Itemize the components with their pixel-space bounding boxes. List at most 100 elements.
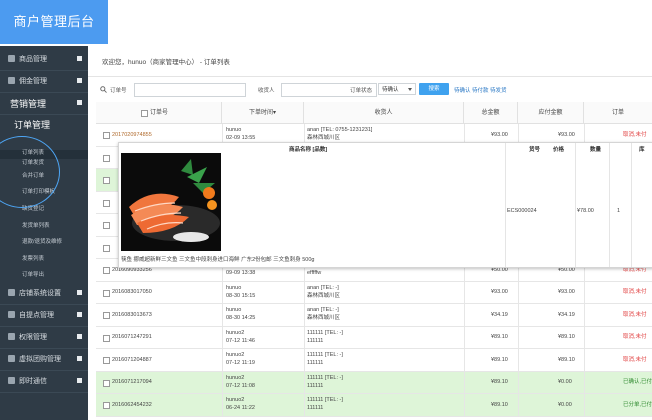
- order-no-input[interactable]: [134, 83, 246, 97]
- column-divider: [518, 281, 519, 304]
- order-status: 取消,未付: [623, 131, 647, 138]
- payable-amount: ¥93.00: [558, 131, 575, 138]
- salmon-sashimi-illustration: [121, 153, 221, 251]
- chevron-down-icon: [408, 88, 412, 91]
- sidebar-item-label: 订单管理: [14, 120, 51, 130]
- order-time: 08-30 14:25: [226, 315, 256, 321]
- receiver-name: anan [TEL: -]: [307, 307, 339, 313]
- order-no-link[interactable]: 2016071217094: [112, 379, 152, 386]
- popup-divider: [609, 143, 610, 267]
- order-no-link[interactable]: 2016062454232: [112, 402, 152, 409]
- order-no-link[interactable]: 2016083013673: [112, 312, 152, 319]
- row-checkbox[interactable]: [103, 267, 110, 274]
- order-time: 07-12 11:08: [226, 382, 255, 389]
- product-sku: ECS000024: [507, 208, 537, 214]
- sidebar-item-pickup[interactable]: 自提点管理: [0, 304, 88, 327]
- column-divider: [584, 281, 585, 304]
- status-label: 订单状态: [350, 88, 373, 94]
- receiver-address: 森林西城川区: [307, 135, 341, 141]
- sidebar-item-im[interactable]: 即时通信: [0, 370, 88, 393]
- total-amount: ¥89.10: [491, 356, 508, 363]
- payable-amount: ¥0.00: [558, 401, 572, 408]
- popup-col-sku: 货号: [529, 147, 541, 153]
- order-no-link[interactable]: 2016071247291: [112, 334, 152, 341]
- column-divider: [222, 371, 223, 394]
- row-checkbox[interactable]: [103, 222, 110, 229]
- select-all-checkbox[interactable]: [141, 110, 148, 117]
- column-divider: [464, 304, 465, 327]
- row-checkbox[interactable]: [103, 244, 110, 252]
- order-no-link[interactable]: 2017020974855: [112, 132, 152, 139]
- row-checkbox[interactable]: [103, 154, 110, 162]
- popup-divider: [505, 143, 506, 267]
- focus-highlight-circle: [0, 136, 60, 208]
- row-checkbox[interactable]: [103, 177, 110, 184]
- order-status: 取消,未付: [623, 356, 647, 363]
- brand-title: 商户管理后台: [0, 0, 108, 44]
- column-divider: [304, 394, 305, 417]
- order-no-link[interactable]: 2016083017050: [112, 289, 152, 296]
- col-header-receiver: 收货人: [304, 102, 464, 124]
- column-divider: [304, 349, 305, 372]
- table-row[interactable]: 2016083013673 hunuo 08-30 14:25 anan [TEL: …: [96, 304, 652, 327]
- chat-icon: [8, 377, 15, 384]
- receiver-name: 111111 [TEL: -]: [307, 352, 343, 358]
- column-divider: [304, 371, 305, 394]
- column-divider: [584, 371, 585, 394]
- sub-item-refund[interactable]: 退款/退货及维修: [22, 237, 62, 245]
- sub-item-shipping-list[interactable]: 发货单列表: [22, 221, 50, 229]
- sub-item-invoice-list[interactable]: 发票列表: [22, 254, 44, 262]
- column-divider: [222, 281, 223, 304]
- order-status: 已确认,已付: [623, 379, 652, 385]
- sidebar-item-products[interactable]: 商品管理: [0, 48, 88, 71]
- buyer-name: hunuo2: [226, 329, 245, 336]
- column-divider: [304, 326, 305, 349]
- row-checkbox[interactable]: [103, 199, 110, 207]
- table-row[interactable]: 2016071204887 hunuo2 07-12 11:19 111111 [TE…: [96, 349, 652, 372]
- sidebar: 商品管理 佣金管理 营销管理 订单管理 订单列表 订单发货 合并订单 订单打印模…: [0, 46, 88, 420]
- product-image: [121, 153, 221, 251]
- column-divider: [304, 304, 305, 327]
- app-window: 商户管理后台 商品管理 佣金管理 营销管理 订单管理 订单列表 订单发货 合并订…: [0, 0, 652, 420]
- search-button[interactable]: 搜索: [419, 83, 449, 95]
- table-row[interactable]: 2016071217094 hunuo2 07-12 11:08 111111 [TE…: [96, 371, 652, 394]
- column-divider: [464, 281, 465, 304]
- sidebar-item-permissions[interactable]: 权限管理: [0, 326, 88, 349]
- order-time: 08-30 15:15: [226, 292, 256, 299]
- receiver-name: 111111 [TEL: -]: [307, 374, 343, 381]
- col-header-time[interactable]: 下单时间▾: [222, 102, 304, 124]
- sidebar-item-commission[interactable]: 佣金管理: [0, 70, 88, 93]
- sidebar-item-marketing[interactable]: 营销管理: [0, 92, 88, 115]
- order-status-select[interactable]: 待确认: [378, 83, 416, 95]
- sidebar-item-virtual-group[interactable]: 虚拟团购管理: [0, 348, 88, 371]
- row-checkbox[interactable]: [103, 379, 110, 387]
- table-row[interactable]: 2016083017050 hunuo 08-30 15:15 anan [TEL: …: [96, 281, 652, 304]
- order-time: 09-09 13:38: [226, 270, 256, 276]
- column-divider: [304, 281, 305, 304]
- buyer-name: hunuo2: [226, 374, 245, 381]
- receiver-name: 111111 [TEL: -]: [307, 397, 343, 403]
- table-row[interactable]: 2016071247291 hunuo2 07-12 11:46 111111 [TE…: [96, 326, 652, 349]
- sidebar-item-store-settings[interactable]: 店铺系统设置: [0, 282, 88, 305]
- sort-down-icon: ▾: [273, 110, 277, 116]
- row-checkbox[interactable]: [103, 334, 110, 342]
- order-no-link[interactable]: 2016071204887: [112, 357, 152, 364]
- table-row[interactable]: 2016062454232 hunuo2 06-24 11:22 111111 [TE…: [96, 394, 652, 417]
- sidebar-item-label: 即时通信: [19, 378, 47, 385]
- row-checkbox[interactable]: [103, 289, 110, 297]
- column-divider: [584, 394, 585, 417]
- sidebar-item-label: 自提点管理: [19, 312, 54, 319]
- quick-filter-links[interactable]: 待确认 待付款 待发货: [454, 86, 507, 94]
- payable-amount: ¥34.19: [558, 311, 575, 318]
- row-checkbox[interactable]: [103, 357, 110, 364]
- receiver-address: 111111: [307, 337, 324, 344]
- column-divider: [584, 304, 585, 327]
- divider: [88, 76, 652, 77]
- row-checkbox[interactable]: [103, 312, 110, 319]
- payable-amount: ¥89.10: [558, 334, 575, 340]
- sub-item-order-export[interactable]: 订单导出: [22, 270, 44, 278]
- sidebar-item-label: 虚拟团购管理: [19, 356, 61, 363]
- col-header-order-no[interactable]: 订单号: [96, 102, 222, 124]
- row-checkbox[interactable]: [103, 132, 110, 139]
- row-checkbox[interactable]: [103, 402, 110, 409]
